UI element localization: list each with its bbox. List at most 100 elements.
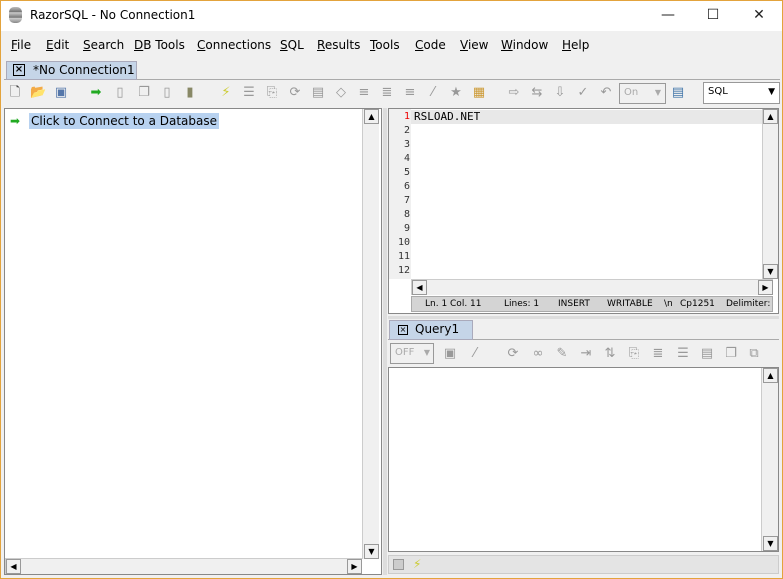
new-connection-icon[interactable]: ▯ — [159, 85, 175, 101]
menu-view[interactable]: View — [460, 38, 488, 52]
refresh-icon[interactable]: ⟳ — [287, 85, 303, 101]
close-button[interactable]: ✕ — [737, 2, 781, 28]
newline-type: \n — [664, 299, 673, 309]
line-number: 10 — [397, 237, 410, 248]
connect-db-icon: ➡ — [10, 114, 21, 128]
scroll-up-icon[interactable]: ▲ — [763, 109, 778, 124]
tree-vertical-scrollbar[interactable]: ▲ ▼ — [362, 109, 379, 559]
menu-edit[interactable]: Edit — [46, 38, 69, 52]
copy-icon[interactable]: ❐ — [136, 85, 152, 101]
menu-help[interactable]: Help — [562, 38, 589, 52]
horizontal-splitter[interactable] — [388, 316, 779, 319]
new-file-icon[interactable]: 🗋 — [7, 85, 23, 101]
query-tab[interactable]: × Query1 — [389, 320, 473, 340]
scroll-down-icon[interactable]: ▼ — [763, 264, 778, 279]
list-icon[interactable]: ☰ — [241, 85, 257, 101]
star-icon[interactable]: ★ — [448, 85, 464, 101]
execute-query-icon[interactable]: ⚡ — [413, 557, 421, 571]
arrow-down-icon[interactable]: ⇩ — [552, 85, 568, 101]
database-icon[interactable]: ▮ — [182, 85, 198, 101]
indent-icon[interactable]: ≡ — [402, 85, 418, 101]
insert-mode: INSERT — [558, 299, 590, 309]
stop-icon[interactable] — [393, 559, 404, 570]
disconnect-icon[interactable]: ▯ — [112, 85, 128, 101]
swap-icon[interactable]: ⇆ — [529, 85, 545, 101]
minimize-button[interactable]: — — [646, 2, 690, 28]
scroll-right-icon[interactable]: ▶ — [347, 559, 362, 574]
language-select[interactable]: SQL ▼ — [703, 82, 780, 104]
table-icon[interactable]: ▦ — [471, 85, 487, 101]
connection-tab[interactable]: × *No Connection1 — [6, 61, 137, 80]
notes-icon[interactable]: ▤ — [670, 85, 686, 101]
sql-editor-text[interactable]: RSLOAD.NET — [414, 110, 480, 124]
filter-icon[interactable]: ≣ — [650, 346, 666, 362]
menu-search[interactable]: Search — [83, 38, 124, 52]
menu-window[interactable]: Window — [501, 38, 548, 52]
maximize-button[interactable]: ☐ — [691, 2, 735, 28]
scroll-down-icon[interactable]: ▼ — [364, 544, 379, 559]
execute-icon[interactable]: ⚡ — [218, 85, 234, 101]
menu-db-tools[interactable]: DB Tools — [134, 38, 185, 52]
refresh-results-icon[interactable]: ⟳ — [505, 346, 521, 362]
results-panel — [388, 367, 779, 552]
connect-icon[interactable]: ➡ — [88, 85, 104, 101]
edit-icon[interactable]: ⁄ — [467, 346, 483, 362]
delimiter: Delimiter: — [726, 299, 771, 309]
document-icon[interactable]: ▤ — [310, 85, 326, 101]
editor-horizontal-scrollbar[interactable]: ◀ ▶ — [411, 279, 773, 295]
scroll-up-icon[interactable]: ▲ — [763, 368, 778, 383]
scroll-right-icon[interactable]: ▶ — [758, 280, 773, 295]
close-tab-icon[interactable]: × — [13, 64, 25, 76]
menu-sql[interactable]: SQL — [280, 38, 304, 52]
insert-row-icon[interactable]: ⇥ — [578, 346, 594, 362]
menu-connections[interactable]: Connections — [197, 38, 271, 52]
commit-check-icon[interactable]: ✓ — [575, 85, 591, 101]
editor-status-bar: Ln. 1 Col. 11 Lines: 1 INSERT WRITABLE \… — [411, 296, 773, 312]
line-number: 9 — [403, 223, 410, 234]
scroll-left-icon[interactable]: ◀ — [412, 280, 427, 295]
results-vertical-scrollbar[interactable]: ▲ ▼ — [761, 368, 778, 551]
format-icon[interactable]: ≣ — [379, 85, 395, 101]
autocommit-value: On — [624, 87, 639, 98]
open-folder-icon[interactable]: 📂 — [30, 85, 46, 101]
line-number: 8 — [403, 209, 410, 220]
tag-icon[interactable]: ◇ — [333, 85, 349, 101]
compare-icon[interactable]: ⧉ — [746, 346, 762, 362]
copy-results-icon[interactable]: ❐ — [723, 346, 739, 362]
paging-select[interactable]: OFF ▼ — [390, 343, 434, 364]
results-bottom-bar: ⚡ — [388, 555, 779, 574]
edit-row-icon[interactable]: ✎ — [554, 346, 570, 362]
form-view-icon[interactable]: ▤ — [699, 346, 715, 362]
connect-to-database-item[interactable]: Click to Connect to a Database — [29, 113, 219, 129]
scroll-down-icon[interactable]: ▼ — [763, 536, 778, 551]
comment-icon[interactable]: ⁄ — [425, 85, 441, 101]
line-number: 5 — [403, 167, 410, 178]
line-number: 7 — [403, 195, 410, 206]
move-icon[interactable]: ⇅ — [602, 346, 618, 362]
scroll-left-icon[interactable]: ◀ — [6, 559, 21, 574]
arrow-right-icon[interactable]: ⇨ — [506, 85, 522, 101]
menu-code[interactable]: Code — [415, 38, 446, 52]
rollback-icon[interactable]: ↶ — [598, 85, 614, 101]
line-count: Lines: 1 — [504, 299, 540, 309]
window-title: RazorSQL - No Connection1 — [30, 8, 196, 22]
menu-results[interactable]: Results — [317, 38, 360, 52]
list-view-icon[interactable]: ☰ — [675, 346, 691, 362]
stack-icon[interactable]: ≡ — [356, 85, 372, 101]
export-icon[interactable]: ⎘ — [264, 85, 280, 101]
scroll-up-icon[interactable]: ▲ — [364, 109, 379, 124]
connection-tree-panel — [4, 108, 382, 575]
vertical-splitter[interactable] — [383, 108, 387, 575]
line-numbers: 1 2 3 4 5 6 7 8 9 10 11 12 — [389, 110, 410, 278]
tree-horizontal-scrollbar[interactable]: ◀ ▶ — [5, 558, 362, 574]
autocommit-select[interactable]: On ▼ — [619, 83, 666, 104]
view-icon[interactable]: ∞ — [530, 346, 546, 362]
close-query-tab-icon[interactable]: × — [398, 325, 408, 335]
line-number: 2 — [403, 125, 410, 136]
save-icon[interactable]: ▣ — [53, 85, 69, 101]
editor-vertical-scrollbar[interactable]: ▲ ▼ — [762, 109, 778, 279]
export-results-icon[interactable]: ⎘ — [626, 346, 642, 362]
menu-tools[interactable]: Tools — [370, 38, 400, 52]
save-results-icon[interactable]: ▣ — [442, 346, 458, 362]
menu-file[interactable]: File — [11, 38, 31, 52]
